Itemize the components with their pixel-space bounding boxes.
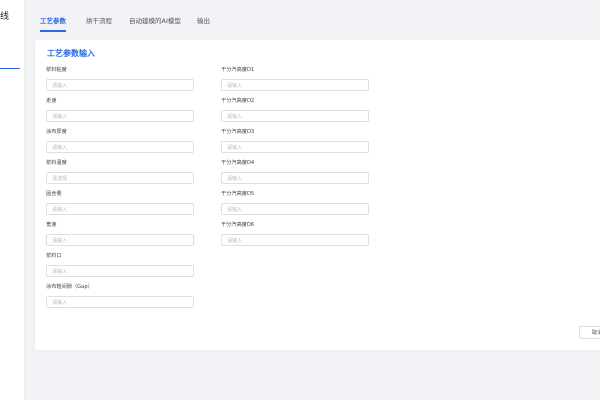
slurry-temperature-select[interactable]: 请选择 xyxy=(46,172,194,184)
field-label: 干分汽高度D5 xyxy=(221,191,255,197)
sidebar-active-item[interactable] xyxy=(0,50,20,69)
field-label: 浆料温度 xyxy=(46,160,67,166)
field-dryer-height-d3: 干分汽高度D3 请输入 xyxy=(221,128,371,153)
tab-ai-model[interactable]: 自动建模的AI模型 xyxy=(129,15,181,25)
field-label: 浆料口 xyxy=(46,253,62,259)
field-dryer-height-d5: 干分汽高度D5 请输入 xyxy=(221,190,371,215)
field-label: 走速 xyxy=(46,98,57,104)
field-label: 涂布厚度 xyxy=(46,129,67,135)
field-dryer-height-d1: 干分汽高度D1 请输入 xyxy=(221,66,371,91)
field-speed: 走速 请输入 xyxy=(46,97,196,122)
dryer-height-d2-input[interactable]: 请输入 xyxy=(221,110,369,122)
tab-drying-flow[interactable]: 烘干流程 xyxy=(86,15,112,25)
solid-content-input[interactable]: 请输入 xyxy=(46,203,194,215)
field-label: 干分汽高度D2 xyxy=(221,98,255,104)
speed-input[interactable]: 请输入 xyxy=(46,110,194,122)
field-coating-gap: 涂布辊间隙（Gap） 请输入 xyxy=(46,283,196,308)
sidebar: 线 xyxy=(0,0,25,400)
field-label: 干分汽高度D4 xyxy=(221,160,255,166)
tab-process-params[interactable]: 工艺参数 xyxy=(40,15,66,25)
field-label: 宽速 xyxy=(46,222,57,228)
field-width-speed: 宽速 请输入 xyxy=(46,221,196,246)
coating-thickness-input[interactable]: 请输入 xyxy=(46,141,194,153)
cancel-button[interactable]: 取消 xyxy=(579,326,600,339)
field-label: 浆料粘度 xyxy=(46,67,67,73)
dryer-height-d6-input[interactable]: 请输入 xyxy=(221,234,369,246)
tab-output[interactable]: 输出 xyxy=(197,15,210,25)
dryer-height-d4-input[interactable]: 请输入 xyxy=(221,172,369,184)
field-label: 干分汽高度D3 xyxy=(221,129,255,135)
sidebar-title: 线 xyxy=(0,12,10,22)
field-solid-content: 固含量 请输入 xyxy=(46,190,196,215)
card-title: 工艺参数输入 xyxy=(47,49,95,58)
width-speed-input[interactable]: 请输入 xyxy=(46,234,194,246)
dryer-height-d5-input[interactable]: 请输入 xyxy=(221,203,369,215)
field-label: 涂布辊间隙（Gap） xyxy=(46,284,93,290)
dryer-height-d3-input[interactable]: 请输入 xyxy=(221,141,369,153)
active-tab-indicator xyxy=(40,30,66,32)
field-label: 固含量 xyxy=(46,191,62,197)
dryer-height-d1-input[interactable]: 请输入 xyxy=(221,79,369,91)
field-coating-thickness: 涂布厚度 请输入 xyxy=(46,128,196,153)
field-label: 干分汽高度D6 xyxy=(221,222,255,228)
field-label: 干分汽高度D1 xyxy=(221,67,255,73)
slurry-port-input[interactable]: 请输入 xyxy=(46,265,194,277)
field-slurry-viscosity: 浆料粘度 请输入 xyxy=(46,66,196,91)
field-slurry-temperature: 浆料温度 请选择 xyxy=(46,159,196,184)
field-dryer-height-d4: 干分汽高度D4 请输入 xyxy=(221,159,371,184)
coating-gap-input[interactable]: 请输入 xyxy=(46,296,194,308)
tab-bar: 工艺参数 烘干流程 自动建模的AI模型 输出 xyxy=(28,0,600,36)
slurry-viscosity-input[interactable]: 请输入 xyxy=(46,79,194,91)
field-dryer-height-d2: 干分汽高度D2 请输入 xyxy=(221,97,371,122)
params-card: 工艺参数输入 浆料粘度 请输入 走速 请输入 涂布厚度 请输入 浆料温度 请选择… xyxy=(35,40,600,350)
field-dryer-height-d6: 干分汽高度D6 请输入 xyxy=(221,221,371,246)
field-slurry-port: 浆料口 请输入 xyxy=(46,252,196,277)
